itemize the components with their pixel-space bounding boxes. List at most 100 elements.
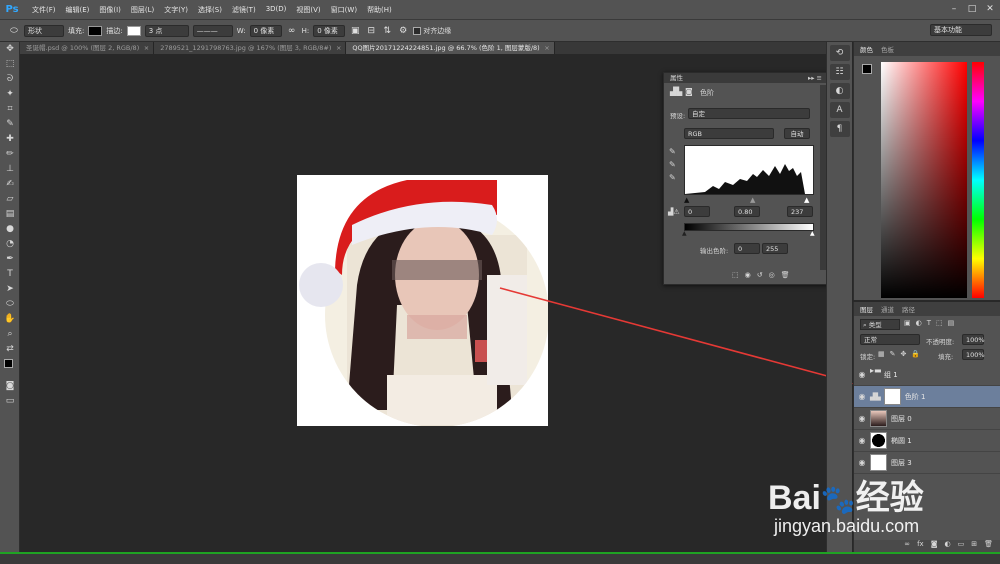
hue-slider[interactable] <box>972 62 984 298</box>
new-group-icon[interactable]: ▭ <box>958 540 965 552</box>
path-operations-icon[interactable]: ▣ <box>349 25 361 37</box>
shape-mode-select[interactable]: 形状 <box>24 24 64 37</box>
layer-row[interactable]: ◉ 图层 0 <box>854 408 1000 430</box>
view-previous-icon[interactable]: ◉ <box>745 271 751 279</box>
menu-item-0[interactable]: 文件(F) <box>27 5 61 15</box>
healing-tool-icon[interactable]: ✚ <box>0 132 20 147</box>
pen-tool-icon[interactable]: ✒ <box>0 252 20 267</box>
hand-tool-icon[interactable]: ✋ <box>0 312 20 327</box>
new-layer-icon[interactable]: ⊞ <box>971 540 977 552</box>
filter-adjustment-icon[interactable]: ◐ <box>916 319 922 327</box>
menu-item-9[interactable]: 窗口(W) <box>326 5 362 15</box>
filter-type-icon[interactable]: T <box>927 319 931 327</box>
paragraph-icon[interactable]: ¶ <box>829 121 850 137</box>
move-tool-icon[interactable]: ✥ <box>0 42 20 57</box>
default-colors-tool-icon[interactable]: ⇄ <box>0 342 20 357</box>
type-tool-icon[interactable]: T <box>0 267 20 282</box>
layer-row[interactable]: ◉ 椭圆 1 <box>854 430 1000 452</box>
color-swatches[interactable] <box>0 357 19 379</box>
document-tab[interactable]: QQ图片20171224224851.jpg @ 66.7% (色阶 1, 图层… <box>346 42 555 54</box>
lock-pixels-icon[interactable]: ✎ <box>890 350 896 358</box>
output-white-field[interactable]: 255 <box>762 243 788 254</box>
link-icon[interactable]: ∞ <box>286 25 298 37</box>
preset-select[interactable]: 自定 <box>688 108 810 119</box>
foreground-swatch[interactable] <box>862 64 872 74</box>
opacity-field[interactable]: 100% <box>962 334 985 345</box>
minimize-icon[interactable]: – <box>948 3 960 15</box>
new-adjustment-icon[interactable]: ◐ <box>945 540 951 552</box>
delete-icon[interactable]: 🗑 <box>781 271 790 279</box>
crop-tool-icon[interactable]: ⌗ <box>0 102 20 117</box>
workspace-select[interactable]: 基本功能 <box>930 24 992 36</box>
lock-position-icon[interactable]: ✥ <box>901 350 907 358</box>
add-mask-icon[interactable]: ◙ <box>931 540 938 552</box>
eraser-tool-icon[interactable]: ▱ <box>0 192 20 207</box>
white-eyedropper-icon[interactable]: ✎ <box>669 171 676 184</box>
visibility-eye-icon[interactable]: ◉ <box>854 458 870 467</box>
filter-shape-icon[interactable]: ⬚ <box>936 319 943 327</box>
tab-close-icon[interactable]: × <box>336 42 341 54</box>
document-canvas[interactable] <box>297 175 548 426</box>
path-arrangement-icon[interactable]: ⇅ <box>381 25 393 37</box>
lock-all-icon[interactable]: 🔒 <box>911 350 920 358</box>
stroke-size-input[interactable]: 3 点 <box>144 24 189 37</box>
screen-mode-icon[interactable]: ▭ <box>0 394 20 409</box>
channel-select[interactable]: RGB <box>684 128 774 139</box>
align-edges-checkbox[interactable] <box>413 26 422 35</box>
brush-tool-icon[interactable]: ✏ <box>0 147 20 162</box>
zoom-tool-icon[interactable]: ⌕ <box>0 327 20 342</box>
clip-to-layer-icon[interactable]: ⬚ <box>732 271 739 279</box>
output-white-slider[interactable]: ▲ <box>810 230 815 237</box>
gray-eyedropper-icon[interactable]: ✎ <box>669 158 676 171</box>
fill-swatch[interactable] <box>88 25 103 36</box>
tab-close-icon[interactable]: × <box>144 42 149 54</box>
visibility-eye-icon[interactable]: ◉ <box>854 414 870 423</box>
history-icon[interactable]: ⟲ <box>829 45 850 61</box>
visibility-eye-icon[interactable]: ◉ <box>854 392 870 401</box>
layer-filter-select[interactable]: ⌕ 类型 <box>860 319 900 330</box>
properties-icon[interactable]: ☷ <box>829 64 850 80</box>
ellipse-tool-icon[interactable]: ⬭ <box>0 297 20 312</box>
lock-transparent-icon[interactable]: ▦ <box>878 350 885 358</box>
panel-tab[interactable]: 色板 <box>881 44 894 54</box>
panel-tab[interactable]: 图层 <box>860 304 873 314</box>
input-sliders[interactable]: ▲ ▲ ▲ <box>684 196 814 204</box>
menu-item-5[interactable]: 选择(S) <box>193 5 227 15</box>
menu-item-10[interactable]: 帮助(H) <box>362 5 397 15</box>
input-white-field[interactable]: 237 <box>787 206 813 217</box>
menu-item-3[interactable]: 图层(L) <box>126 5 159 15</box>
layer-row[interactable]: ◉ ▟▙ 色阶 1 <box>854 386 1000 408</box>
filter-smart-icon[interactable]: ▤ <box>948 319 955 327</box>
marquee-tool-icon[interactable]: ⬚ <box>0 57 20 72</box>
tab-close-icon[interactable]: × <box>544 42 549 54</box>
path-alignment-icon[interactable]: ⊟ <box>365 25 377 37</box>
menu-item-6[interactable]: 滤镜(T) <box>227 5 261 15</box>
output-black-slider[interactable]: ▲ <box>682 230 687 237</box>
blend-mode-select[interactable]: 正常 <box>860 334 920 345</box>
stroke-type-select[interactable]: ——— <box>192 24 233 37</box>
panel-tab[interactable]: 颜色 <box>860 44 873 54</box>
adjustments-icon[interactable]: ◐ <box>829 83 850 99</box>
menu-item-7[interactable]: 3D(D) <box>261 5 292 15</box>
panel-tab[interactable]: 通道 <box>881 304 894 314</box>
panel-collapse-icon[interactable]: ▸▸ ≡ <box>808 73 822 83</box>
document-tab[interactable]: 圣诞帽.psd @ 100% (图层 2, RGB/8) × <box>20 42 155 54</box>
layer-style-icon[interactable]: fx <box>917 540 924 552</box>
stamp-tool-icon[interactable]: ⊥ <box>0 162 20 177</box>
auto-button[interactable]: 自动 <box>784 128 810 139</box>
quick-mask-icon[interactable]: ◙ <box>0 379 20 394</box>
ellipse-tool-icon[interactable]: ⬭ <box>8 25 20 37</box>
black-eyedropper-icon[interactable]: ✎ <box>669 145 676 158</box>
gear-icon[interactable]: ⚙ <box>397 25 409 37</box>
visibility-eye-icon[interactable]: ◉ <box>854 370 870 379</box>
input-black-field[interactable]: 0 <box>684 206 710 217</box>
width-input[interactable]: 0 像素 <box>249 24 282 37</box>
reset-icon[interactable]: ↺ <box>757 271 763 279</box>
lasso-tool-icon[interactable]: ᘐ <box>0 72 20 87</box>
fill-field[interactable]: 100% <box>962 349 985 360</box>
visibility-icon[interactable]: ◎ <box>769 271 775 279</box>
color-field[interactable] <box>881 62 967 298</box>
layer-row[interactable]: ◉ ▸▬ 组 1 <box>854 364 1000 386</box>
stroke-swatch[interactable] <box>126 25 141 36</box>
document-tab[interactable]: 2789521_1291798763.jpg @ 167% (图层 3, RGB… <box>154 42 347 54</box>
